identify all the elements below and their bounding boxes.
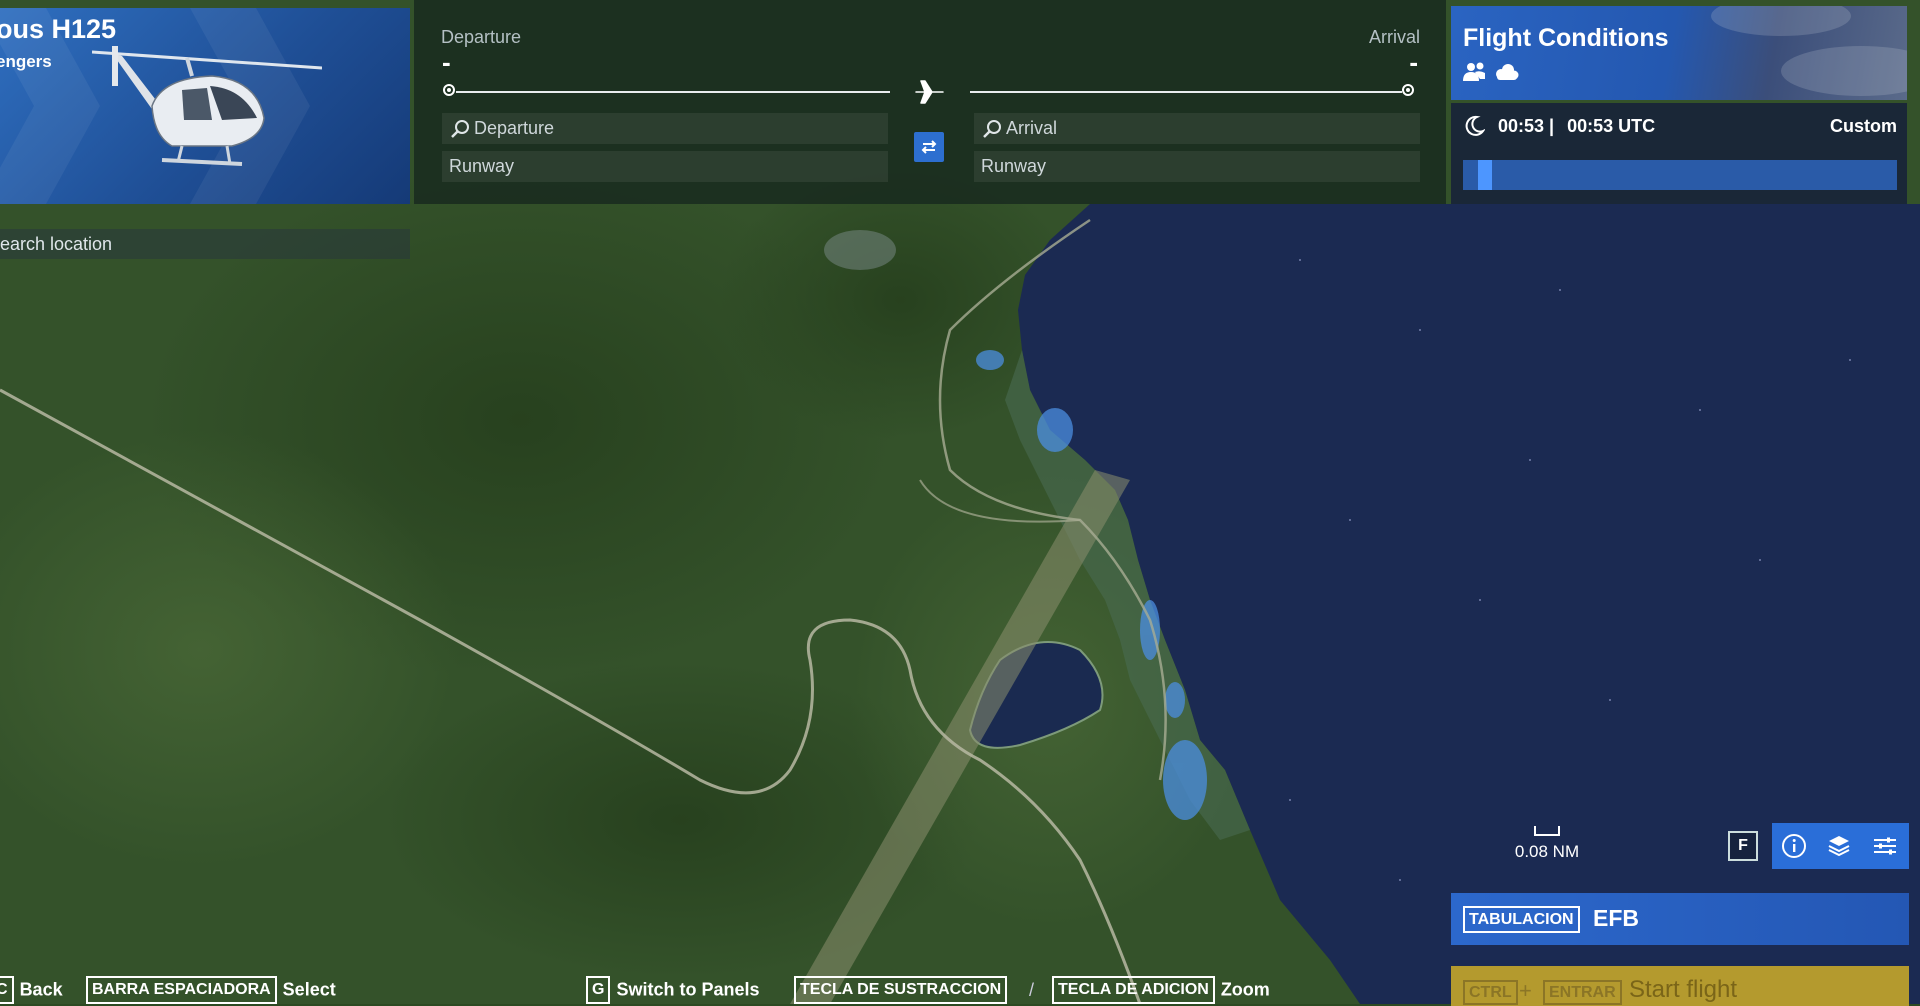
departure-route-line xyxy=(456,91,890,93)
f-key-button[interactable]: F xyxy=(1728,831,1758,861)
info-icon xyxy=(1782,834,1806,858)
moon-icon xyxy=(1465,116,1486,137)
local-time: 00:53 | xyxy=(1498,115,1555,136)
arrival-search-input[interactable]: Arrival xyxy=(974,113,1420,144)
select-key: BARRA ESPACIADORA xyxy=(86,976,277,1004)
arrival-label: Arrival xyxy=(1368,27,1420,47)
scale-bar xyxy=(1534,826,1560,836)
back-label: Back xyxy=(19,979,63,1000)
start-flight-label: Start flight xyxy=(1629,976,1738,1003)
arrival-runway-field[interactable]: Runway xyxy=(974,151,1420,182)
plus-sign: + xyxy=(1519,978,1532,1003)
search-icon xyxy=(451,120,469,138)
select-hint[interactable]: BARRA ESPACIADORA Select xyxy=(86,976,336,1004)
zoom-out-key: TECLA DE SUSTRACCION xyxy=(794,976,1008,1004)
swap-icon xyxy=(921,140,937,154)
flight-conditions-panel: 00:53 | 00:53 UTC Custom xyxy=(1451,103,1907,204)
arrival-value: - xyxy=(1409,47,1418,77)
arrival-dot-icon xyxy=(1402,84,1414,96)
layers-icon xyxy=(1828,836,1850,857)
efb-key-hint: TABULACION xyxy=(1463,906,1580,933)
flight-conditions-title: Flight Conditions xyxy=(1463,24,1669,52)
time-slider-thumb[interactable] xyxy=(1478,160,1492,190)
select-label: Select xyxy=(282,979,336,1000)
time-of-day-slider[interactable] xyxy=(1463,160,1897,190)
map-scale: 0.08 NM xyxy=(1507,826,1587,862)
switch-panels-hint[interactable]: G Switch to Panels xyxy=(586,976,760,1004)
conditions-mode[interactable]: Custom xyxy=(1830,116,1897,137)
efb-label: EFB xyxy=(1593,905,1639,931)
time-row: 00:53 | 00:53 UTC xyxy=(1463,115,1655,137)
start-flight-button[interactable]: CTRL + ENTRAR Start flight xyxy=(1451,966,1909,1006)
info-button[interactable] xyxy=(1772,823,1817,869)
efb-button[interactable]: TABULACION EFB xyxy=(1451,893,1909,945)
switch-panels-key: G xyxy=(586,976,611,1004)
map-controls xyxy=(1772,823,1909,869)
search-icon xyxy=(983,120,1001,138)
departure-runway-field[interactable]: Runway xyxy=(442,151,888,182)
flight-conditions-header[interactable]: Flight Conditions xyxy=(1451,6,1907,100)
aircraft-card[interactable]: ous H125 engers xyxy=(0,8,410,204)
zoom-in-key: TECLA DE ADICION xyxy=(1052,976,1215,1004)
cloud-decoration xyxy=(1781,46,1907,96)
departure-search-input[interactable]: Departure xyxy=(442,113,888,144)
enter-key-hint: ENTRAR xyxy=(1543,980,1622,1005)
cloud-decoration xyxy=(1711,6,1851,36)
zoom-label: Zoom xyxy=(1220,979,1270,1000)
back-key: C xyxy=(0,976,14,1004)
cloud-icon xyxy=(1496,64,1519,80)
departure-value: - xyxy=(442,47,451,77)
sliders-icon xyxy=(1874,837,1896,855)
switch-panels-label: Switch to Panels xyxy=(616,979,760,1000)
arrival-search-placeholder: Arrival xyxy=(1006,118,1058,138)
departure-label: Departure xyxy=(441,27,522,47)
hint-separator: / xyxy=(1029,980,1035,1000)
layers-button[interactable] xyxy=(1817,823,1862,869)
people-icon xyxy=(1463,62,1485,81)
departure-search-placeholder: Departure xyxy=(474,118,555,138)
passengers-weather-icons xyxy=(1463,62,1519,81)
settings-button[interactable] xyxy=(1862,823,1907,869)
zoom-out-hint[interactable]: TECLA DE SUSTRACCION xyxy=(794,976,1013,1004)
scale-label: 0.08 NM xyxy=(1514,842,1580,861)
arrival-route-line xyxy=(970,91,1402,93)
conditions-icons xyxy=(1463,61,1519,88)
airplane-icon xyxy=(915,80,944,104)
zoom-in-hint[interactable]: TECLA DE ADICION Zoom xyxy=(1052,976,1270,1004)
aircraft-subtitle: engers xyxy=(0,52,52,71)
back-hint[interactable]: C Back xyxy=(0,976,63,1004)
ctrl-key-hint: CTRL xyxy=(1463,980,1518,1005)
search-location-input[interactable]: earch location xyxy=(0,229,410,259)
helicopter-image xyxy=(92,46,322,166)
route-panel: Departure - Arrival - Departure Runway A… xyxy=(414,0,1446,204)
utc-time: 00:53 UTC xyxy=(1567,115,1656,136)
departure-dot-icon xyxy=(443,84,455,96)
swap-route-button[interactable] xyxy=(914,132,944,162)
